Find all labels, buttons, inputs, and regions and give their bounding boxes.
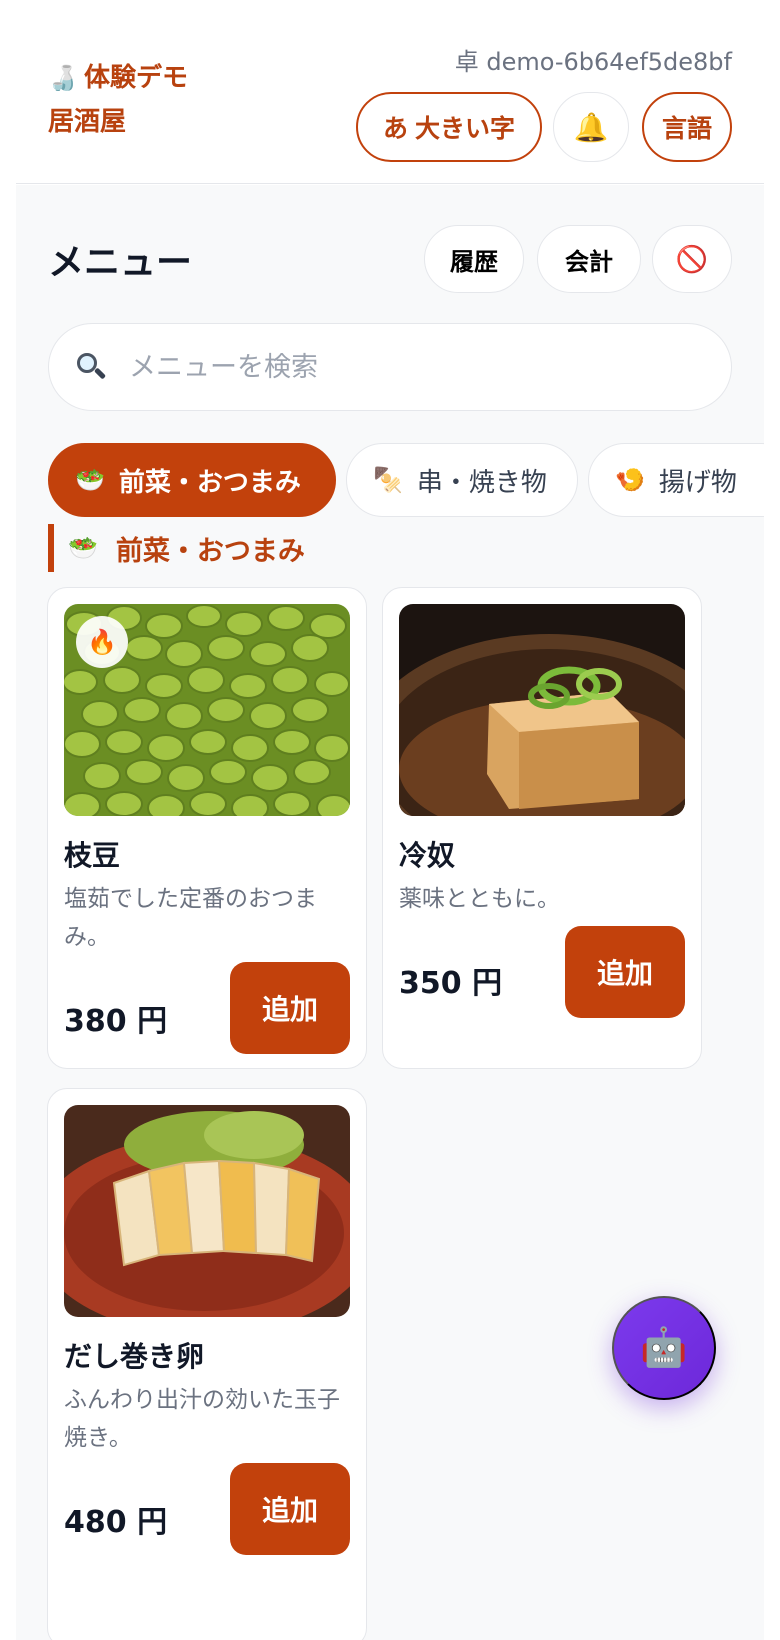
category-tabs: 🥗 前菜・おつまみ 🍢 串・焼き物 🍤 揚げ物: [48, 443, 764, 519]
stop-button[interactable]: 🚫: [652, 225, 732, 293]
menu-item-card[interactable]: 冷奴 薬味とともに。 350 円 追加: [382, 587, 702, 1069]
menu-item-card[interactable]: 🔥 枝豆 塩茹でした定番のおつまみ。 380 円 追加: [47, 587, 367, 1069]
category-tab-fried[interactable]: 🍤 揚げ物: [588, 443, 764, 517]
call-staff-button[interactable]: 🔔: [553, 92, 629, 162]
section-accent-bar: [48, 524, 54, 572]
item-price: 480 円: [64, 1505, 168, 1540]
prohibited-icon: 🚫: [675, 243, 709, 274]
category-label: 串・焼き物: [416, 467, 547, 498]
category-tab-appetizers[interactable]: 🥗 前菜・おつまみ: [48, 443, 336, 517]
ai-assistant-button[interactable]: 🤖: [612, 1296, 716, 1400]
section-heading: 🥗 前菜・おつまみ: [48, 523, 305, 573]
item-price: 380 円: [64, 1004, 168, 1039]
table-id: 卓 demo-6b64ef5de8bf: [454, 48, 732, 76]
salad-icon: 🥗: [75, 466, 105, 494]
dashimaki-photo: [64, 1105, 350, 1317]
history-button[interactable]: 履歴: [424, 225, 524, 293]
item-name: 枝豆: [64, 839, 121, 872]
bell-icon: 🔔: [573, 111, 609, 143]
large-text-button[interactable]: あ 大きい字: [356, 92, 542, 162]
item-name: だし巻き卵: [64, 1340, 205, 1373]
language-button[interactable]: 言語: [642, 92, 732, 162]
menu-item-card[interactable]: だし巻き卵 ふんわり出汁の効いた玉子焼き。 480 円 追加: [47, 1088, 367, 1640]
item-description: 塩茹でした定番のおつまみ。: [64, 886, 317, 950]
bill-button[interactable]: 会計: [537, 225, 641, 293]
sake-bottle-icon: 🍶: [48, 64, 78, 92]
search-bar[interactable]: [48, 323, 732, 411]
magnifier-icon: [75, 351, 107, 383]
fire-icon: 🔥: [76, 616, 128, 668]
menu-content: メニュー 履歴 会計 🚫 🥗 前菜・おつまみ 🍢 串・焼き物 🍤 揚げ物 🥗 前…: [16, 185, 764, 1640]
search-input[interactable]: [129, 351, 689, 383]
section-title: 前菜・おつまみ: [115, 535, 305, 567]
brand-line1: 体験デモ: [84, 63, 189, 93]
brand-line2: 居酒屋: [48, 107, 127, 137]
item-name: 冷奴: [399, 839, 456, 872]
item-price: 350 円: [399, 966, 503, 1001]
salad-icon: 🥗: [68, 534, 98, 562]
item-description: 薬味とともに。: [399, 886, 560, 912]
add-to-order-button[interactable]: 追加: [230, 1463, 350, 1555]
category-label: 前菜・おつまみ: [118, 467, 301, 498]
add-to-order-button[interactable]: 追加: [565, 926, 685, 1018]
skewer-icon: 🍢: [373, 466, 403, 494]
robot-icon: 🤖: [640, 1327, 688, 1369]
category-label: 揚げ物: [658, 467, 737, 498]
page-title: メニュー: [48, 242, 193, 283]
fried-shrimp-icon: 🍤: [615, 466, 645, 494]
category-tab-skewers[interactable]: 🍢 串・焼き物: [346, 443, 578, 517]
add-to-order-button[interactable]: 追加: [230, 962, 350, 1054]
app-header: 🍶 体験デモ 居酒屋 卓 demo-6b64ef5de8bf あ 大きい字 🔔 言…: [16, 0, 764, 184]
item-description: ふんわり出汁の効いた玉子焼き。: [64, 1387, 340, 1451]
hiyayakko-photo: [399, 604, 685, 816]
brand-name: 🍶 体験デモ 居酒屋: [48, 56, 228, 144]
